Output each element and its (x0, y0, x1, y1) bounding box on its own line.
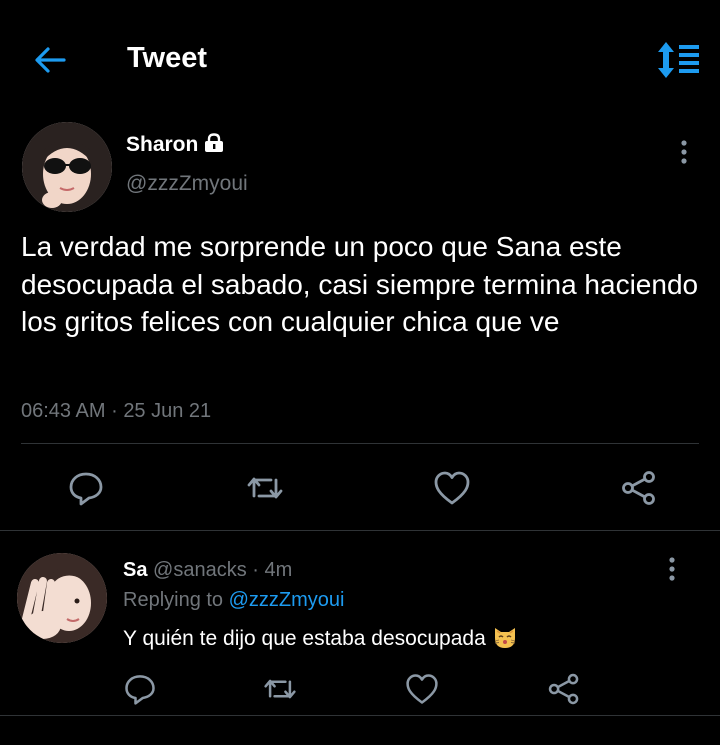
tweet-more-button[interactable] (672, 138, 696, 168)
tweet-time: 06:43 AM (21, 400, 106, 422)
reply-icon (125, 675, 155, 705)
sort-list-icon (658, 42, 699, 78)
reply-icon (69, 472, 103, 506)
retweet-icon (264, 679, 296, 699)
reply-like-button[interactable] (404, 671, 440, 707)
author-name-text: Sharon (126, 133, 199, 156)
retweet-icon (247, 477, 283, 499)
reply-text-row: Y quién te dijo que estaba desocupada (123, 624, 518, 651)
reply-avatar[interactable] (17, 553, 107, 643)
reply-tweet[interactable]: Sa @sanacks · 4m Replying to @zzzZmyoui … (0, 531, 720, 721)
share-icon (548, 673, 579, 705)
meta-separator: · (111, 400, 118, 422)
reply-more-button[interactable] (660, 555, 684, 585)
page-title: Tweet (127, 42, 208, 74)
tweet-author: Sharon @zzzZmyoui (20, 120, 700, 220)
top-bar: Tweet (0, 0, 720, 118)
more-vertical-icon (681, 140, 687, 164)
reply-reply-button[interactable] (122, 671, 158, 707)
reply-retweet-button[interactable] (262, 671, 298, 707)
back-button[interactable] (30, 42, 70, 78)
tweet-date: 25 Jun 21 (123, 400, 212, 422)
reply-header: Sa @sanacks · 4m (123, 559, 292, 582)
sort-replies-button[interactable] (654, 40, 702, 80)
divider (0, 715, 720, 716)
meta-separator: · (252, 559, 259, 581)
reply-button[interactable] (66, 468, 106, 508)
author-avatar[interactable] (22, 122, 112, 212)
like-icon (406, 674, 438, 704)
share-button[interactable] (619, 468, 659, 508)
author-avatar-image (22, 122, 112, 212)
replying-to: Replying to @zzzZmyoui (123, 589, 345, 612)
like-icon (434, 471, 470, 505)
author-name[interactable]: Sharon (126, 133, 225, 157)
retweet-button[interactable] (245, 468, 285, 508)
kissing-cat-emoji (494, 628, 515, 648)
replying-to-link[interactable]: @zzzZmyoui (229, 589, 345, 611)
back-arrow-icon (35, 47, 66, 73)
like-button[interactable] (432, 468, 472, 508)
tweet-timestamp[interactable]: 06:43 AM · 25 Jun 21 (21, 400, 211, 423)
tweet-text: La verdad me sorprende un poco que Sana … (21, 231, 699, 337)
lock-icon (205, 133, 224, 152)
reply-age: 4m (264, 559, 293, 581)
reply-author-name[interactable]: Sa (123, 559, 147, 581)
reply-text: Y quién te dijo que estaba desocupada (123, 627, 486, 650)
reply-avatar-image (17, 553, 107, 643)
more-vertical-icon (669, 557, 675, 581)
divider (21, 443, 699, 444)
reply-share-button[interactable] (546, 671, 582, 707)
share-icon (622, 471, 655, 505)
author-handle[interactable]: @zzzZmyoui (126, 172, 248, 196)
reply-author-handle[interactable]: @sanacks (153, 559, 247, 581)
replying-prefix: Replying to (123, 589, 224, 611)
